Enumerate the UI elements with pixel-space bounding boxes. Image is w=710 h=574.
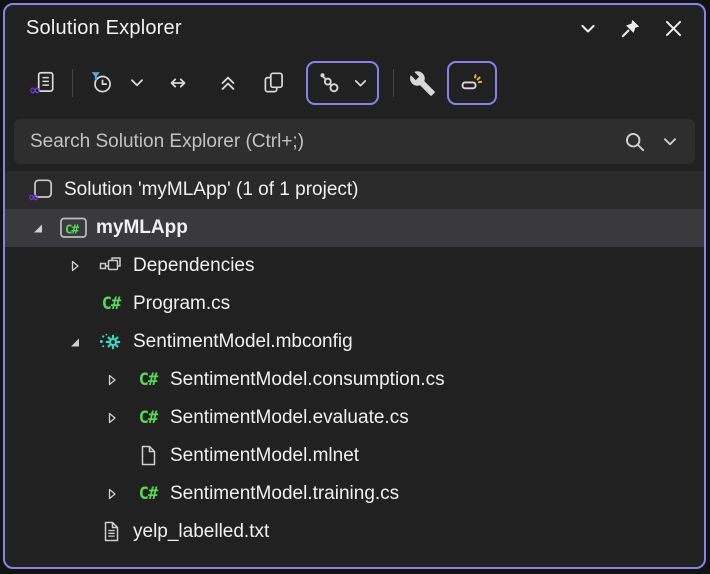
tree-item-label: myMLApp bbox=[96, 217, 188, 238]
properties-button[interactable] bbox=[405, 66, 440, 101]
csharp-file-icon: C# bbox=[138, 483, 159, 504]
close-button[interactable] bbox=[659, 14, 688, 43]
chevron-down-icon bbox=[661, 133, 679, 151]
sync-arrows-icon bbox=[164, 69, 192, 97]
chevron-right-icon[interactable] bbox=[97, 372, 127, 388]
tree-item-consumption-cs[interactable]: C# SentimentModel.consumption.cs bbox=[5, 361, 704, 399]
tree-item-sentimentmodel-mlnet[interactable]: SentimentModel.mlnet bbox=[5, 437, 704, 475]
solution-tree: ∞ Solution 'myMLApp' (1 of 1 project) C#… bbox=[5, 171, 704, 567]
svg-text:∞: ∞ bbox=[28, 190, 39, 203]
chevron-down-icon bbox=[578, 19, 598, 39]
csharp-project-icon: C# bbox=[53, 216, 95, 240]
chevron-down-icon bbox=[352, 75, 369, 92]
search-button[interactable] bbox=[619, 126, 651, 158]
preview-selected-items-button[interactable] bbox=[447, 61, 497, 105]
tree-item-label: Program.cs bbox=[133, 293, 231, 314]
search-icon bbox=[623, 130, 647, 154]
search-input[interactable] bbox=[30, 130, 613, 153]
tree-item-program-cs[interactable]: C# Program.cs bbox=[5, 285, 704, 323]
chevron-right-icon[interactable] bbox=[97, 486, 127, 502]
file-nesting-button[interactable] bbox=[306, 61, 379, 105]
preview-sparkle-icon bbox=[459, 70, 485, 96]
tree-item-training-cs[interactable]: C# SentimentModel.training.cs bbox=[5, 475, 704, 513]
triangle-expanded-icon[interactable] bbox=[60, 334, 90, 350]
stacked-documents-icon bbox=[260, 69, 288, 97]
switch-views-button[interactable]: ∞ bbox=[25, 65, 61, 101]
chevron-right-icon[interactable] bbox=[60, 258, 90, 274]
panel-title: Solution Explorer bbox=[26, 17, 182, 39]
triangle-expanded-icon[interactable] bbox=[23, 220, 53, 236]
svg-text:∞: ∞ bbox=[29, 82, 41, 97]
tree-item-label: SentimentModel.training.cs bbox=[170, 483, 400, 504]
tree-item-label: yelp_labelled.txt bbox=[133, 521, 270, 542]
tree-item-label: SentimentModel.consumption.cs bbox=[170, 369, 445, 390]
wrench-icon bbox=[409, 70, 436, 97]
toolbar: ∞ bbox=[5, 52, 704, 114]
chevron-right-icon[interactable] bbox=[97, 410, 127, 426]
titlebar: Solution Explorer bbox=[5, 5, 704, 52]
nested-nodes-icon bbox=[316, 70, 342, 96]
svg-text:C#: C# bbox=[65, 222, 80, 237]
solution-explorer-panel: Solution Explorer ∞ Search Solution Expl… bbox=[3, 3, 706, 569]
toolbar-separator bbox=[72, 69, 73, 97]
pending-changes-filter-button[interactable] bbox=[84, 65, 120, 101]
csharp-file-icon: C# bbox=[138, 407, 159, 428]
mlnet-model-builder-icon bbox=[90, 331, 132, 354]
pin-button[interactable] bbox=[616, 14, 645, 43]
collapse-all-button[interactable] bbox=[210, 65, 246, 101]
chevron-down-icon bbox=[128, 74, 146, 92]
dependencies-icon bbox=[90, 255, 132, 277]
tree-item-label: SentimentModel.mbconfig bbox=[133, 331, 353, 352]
switch-views-icon: ∞ bbox=[29, 69, 57, 97]
filter-dropdown-button[interactable] bbox=[124, 70, 150, 96]
tree-item-sentimentmodel-mbconfig[interactable]: SentimentModel.mbconfig bbox=[5, 323, 704, 361]
tree-item-solution[interactable]: ∞ Solution 'myMLApp' (1 of 1 project) bbox=[5, 171, 704, 209]
tree-item-label: SentimentModel.mlnet bbox=[170, 445, 360, 466]
solution-icon: ∞ bbox=[21, 177, 63, 203]
file-icon bbox=[127, 444, 169, 468]
text-file-icon bbox=[90, 520, 132, 544]
tree-item-yelp-labelled-txt[interactable]: yelp_labelled.txt bbox=[5, 513, 704, 551]
tree-item-evaluate-cs[interactable]: C# SentimentModel.evaluate.cs bbox=[5, 399, 704, 437]
tree-item-label: Solution 'myMLApp' (1 of 1 project) bbox=[64, 179, 359, 200]
tree-item-mymlapp[interactable]: C# myMLApp bbox=[5, 209, 704, 247]
search-area bbox=[5, 114, 704, 171]
toolbar-separator bbox=[393, 69, 394, 97]
tree-item-label: Dependencies bbox=[133, 255, 255, 276]
show-all-files-button[interactable] bbox=[256, 65, 292, 101]
csharp-file-icon: C# bbox=[101, 293, 122, 314]
clock-filter-icon bbox=[88, 69, 116, 97]
close-icon bbox=[663, 18, 684, 39]
pin-icon bbox=[620, 18, 641, 39]
double-chevron-up-icon bbox=[214, 69, 242, 97]
sync-with-active-document-button[interactable] bbox=[160, 65, 196, 101]
tree-item-dependencies[interactable]: Dependencies bbox=[5, 247, 704, 285]
search-options-button[interactable] bbox=[657, 129, 683, 155]
search-box[interactable] bbox=[14, 119, 695, 164]
window-position-button[interactable] bbox=[574, 15, 602, 43]
csharp-file-icon: C# bbox=[138, 369, 159, 390]
tree-item-label: SentimentModel.evaluate.cs bbox=[170, 407, 409, 428]
